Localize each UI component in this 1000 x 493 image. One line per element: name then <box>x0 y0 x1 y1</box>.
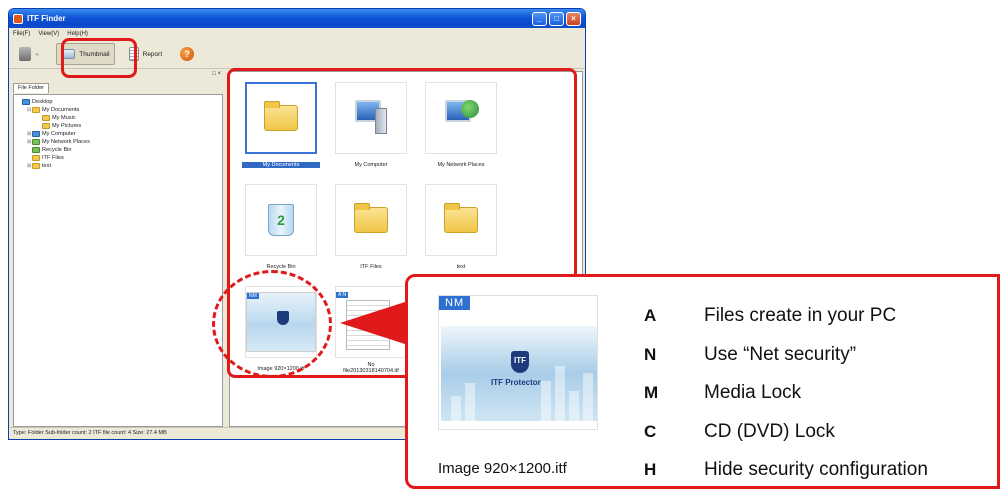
folder-icon <box>32 155 40 161</box>
menu-file[interactable]: File(F) <box>13 31 30 37</box>
tree-item-label: ITF Files <box>42 155 64 161</box>
tree-item-label: Recycle Bin <box>42 147 72 153</box>
shield-icon: ITF <box>511 351 529 373</box>
app-icon <box>13 13 23 24</box>
thumbnail-highlight <box>61 38 137 78</box>
callout-pointer <box>340 301 408 345</box>
legend-row: N Use “Net security” <box>644 336 928 375</box>
legend-key: M <box>644 383 659 403</box>
legend-key: H <box>644 460 657 480</box>
legend-row: H Hide security configuration <box>644 451 928 490</box>
computer-icon <box>32 131 40 137</box>
tree-item[interactable]: ITF Files <box>17 154 219 162</box>
itf-file-highlight <box>212 270 332 378</box>
tree-item-label: My Computer <box>42 131 76 137</box>
legend-list: A Files create in your PC N Use “Net securi… <box>644 297 928 490</box>
legend-key: N <box>644 344 657 364</box>
folder-icon <box>42 115 50 121</box>
tree-item[interactable]: Recycle Bin <box>17 146 219 154</box>
legend-row: M Media Lock <box>644 374 928 413</box>
tree-item[interactable]: Desktop <box>17 98 219 106</box>
folder-icon <box>32 107 40 113</box>
legend-description: Use “Net security” <box>704 343 857 365</box>
desktop-icon <box>22 99 30 105</box>
legend-description: Hide security configuration <box>704 459 928 481</box>
legend-brand: ITF Protector <box>491 378 541 387</box>
tree-item-label: My Documents <box>42 107 80 113</box>
legend-row: C CD (DVD) Lock <box>644 413 928 452</box>
tab-file-folder[interactable]: File Folder <box>13 83 49 93</box>
close-button[interactable]: × <box>566 11 581 26</box>
recycle-bin-icon <box>32 147 40 153</box>
legend-badge: NM <box>439 296 471 310</box>
tree-item[interactable]: My Pictures <box>17 122 219 130</box>
folder-pane: □ × File Folder Desktop ⊟ My Documents My M… <box>13 71 223 427</box>
tree-item-label: Desktop <box>32 99 53 105</box>
report-label: Report <box>142 50 163 58</box>
legend-description: CD (DVD) Lock <box>704 420 835 442</box>
pane-close-icon[interactable]: □ × <box>212 71 221 81</box>
menu-help[interactable]: Help(H) <box>67 31 88 37</box>
tree-item[interactable]: ⊞ My Computer <box>17 130 219 138</box>
legend-thumbnail: NM ITF ITF Protector <box>438 295 598 430</box>
maximize-button[interactable]: □ <box>549 11 564 26</box>
title-bar: ITF Finder _ □ × <box>9 9 585 28</box>
legend-image: ITF ITF Protector <box>441 326 597 421</box>
tree-item-label: My Network Places <box>42 139 90 145</box>
tree-item[interactable]: My Music <box>17 114 219 122</box>
folder-icon <box>42 123 50 129</box>
menu-view[interactable]: View(V) <box>38 31 59 37</box>
tree-item[interactable]: ⊞ text <box>17 162 219 170</box>
back-icon <box>19 47 31 61</box>
tree-item[interactable]: ⊞ My Network Places <box>17 138 219 146</box>
legend-description: Media Lock <box>704 382 802 404</box>
folder-tree: Desktop ⊟ My Documents My Music My Pictures ⊞… <box>13 94 223 427</box>
legend-key: C <box>644 421 657 441</box>
back-button[interactable]: ◂ <box>15 43 42 65</box>
minimize-button[interactable]: _ <box>532 11 547 26</box>
tree-item-label: My Music <box>52 115 76 121</box>
legend-row: A Files create in your PC <box>644 297 928 336</box>
tree-item-label: My Pictures <box>52 123 82 129</box>
legend-key: A <box>644 306 657 326</box>
legend-box: NM ITF ITF Protector Image 920×1200.itf … <box>405 274 1000 489</box>
tree-item[interactable]: ⊟ My Documents <box>17 106 219 114</box>
tree-item-label: text <box>42 163 52 169</box>
legend-description: Files create in your PC <box>704 305 897 327</box>
help-icon[interactable]: ? <box>180 47 195 61</box>
window-title: ITF Finder <box>27 14 66 23</box>
folder-icon <box>32 163 40 169</box>
network-icon <box>32 139 40 145</box>
legend-filename: Image 920×1200.itf <box>438 460 567 477</box>
